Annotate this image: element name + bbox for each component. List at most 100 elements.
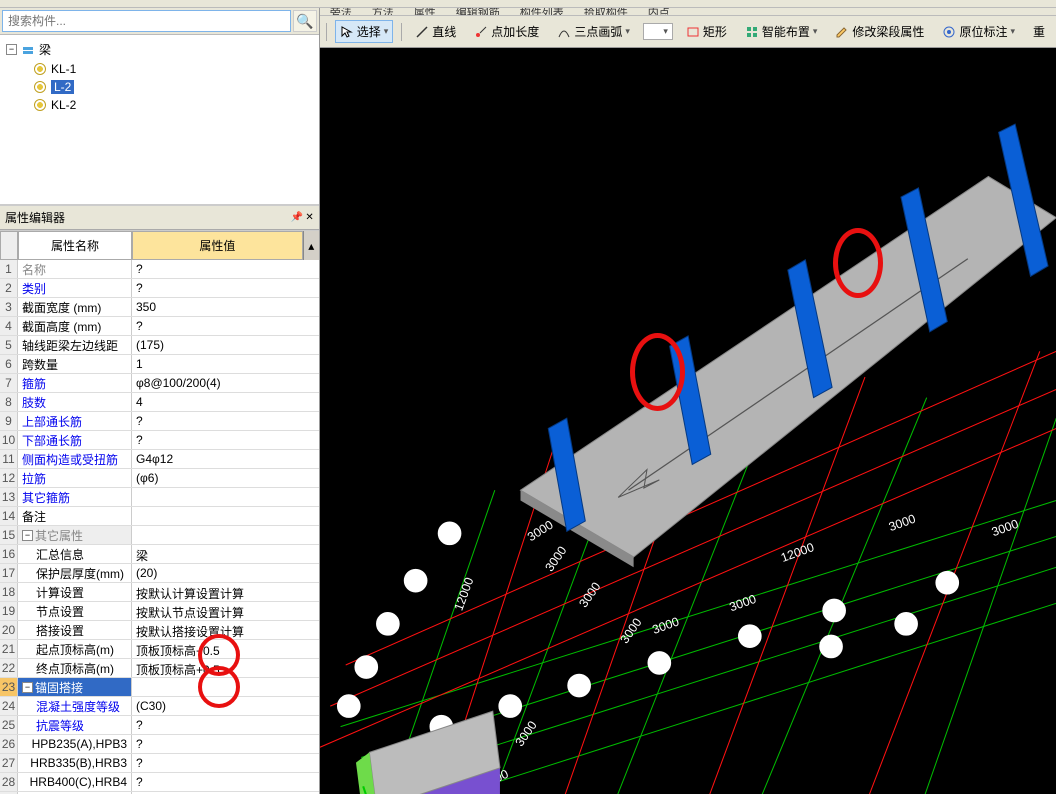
- property-row[interactable]: 4截面高度 (mm)?: [0, 317, 319, 336]
- ribbon-item[interactable]: 属性: [414, 8, 436, 16]
- ribbon-item[interactable]: 构件列表: [520, 8, 564, 16]
- prop-value[interactable]: [132, 507, 319, 525]
- row-index: 13: [0, 488, 18, 506]
- property-row[interactable]: 6跨数量1: [0, 355, 319, 374]
- scroll-up-icon[interactable]: ▴: [303, 231, 319, 260]
- svg-text:3: 3: [827, 640, 834, 654]
- property-row[interactable]: 24混凝土强度等级(C30): [0, 697, 319, 716]
- property-row[interactable]: 3截面宽度 (mm)350: [0, 298, 319, 317]
- property-row[interactable]: 12拉筋(φ6): [0, 469, 319, 488]
- prop-value[interactable]: (C30): [132, 697, 319, 715]
- top-ribbon-fragment: [0, 0, 1056, 8]
- rect-button[interactable]: 矩形: [681, 20, 732, 43]
- prop-name: 上部通长筋: [18, 412, 132, 430]
- tree-item[interactable]: KL-2: [34, 96, 313, 114]
- modify-button[interactable]: 修改梁段属性: [830, 20, 929, 43]
- prop-value[interactable]: 梁: [132, 545, 319, 563]
- prop-value[interactable]: ?: [132, 260, 319, 278]
- property-row[interactable]: 8肢数4: [0, 393, 319, 412]
- property-table[interactable]: 属性名称 属性值 ▴ 1名称?2类别?3截面宽度 (mm)3504截面高度 (m…: [0, 230, 319, 794]
- prop-value[interactable]: 按默认搭接设置计算: [132, 621, 319, 639]
- prop-value[interactable]: 按默认计算设置计算: [132, 583, 319, 601]
- prop-value[interactable]: ?: [132, 317, 319, 335]
- prop-value[interactable]: ?: [132, 735, 319, 753]
- property-row[interactable]: 11侧面构造或受扭筋G4φ12: [0, 450, 319, 469]
- ribbon-item[interactable]: 拾取构件: [584, 8, 628, 16]
- property-group[interactable]: 23− 锚固搭接: [0, 678, 319, 697]
- property-row[interactable]: 25抗震等级?: [0, 716, 319, 735]
- tree-item[interactable]: L-2: [34, 78, 313, 96]
- prop-value[interactable]: ?: [132, 754, 319, 772]
- ribbon-item[interactable]: 方法: [372, 8, 394, 16]
- property-row[interactable]: 20搭接设置按默认搭接设置计算: [0, 621, 319, 640]
- property-row[interactable]: 14备注: [0, 507, 319, 526]
- row-index: 22: [0, 659, 18, 677]
- prop-value[interactable]: φ8@100/200(4): [132, 374, 319, 392]
- property-row[interactable]: 17保护层厚度(mm)(20): [0, 564, 319, 583]
- svg-text:12000: 12000: [779, 540, 816, 565]
- property-row[interactable]: 26HPB235(A),HPB3?: [0, 735, 319, 754]
- tree-item-label: KL-1: [51, 62, 76, 76]
- search-input[interactable]: [2, 10, 291, 32]
- prop-name: 下部通长筋: [18, 431, 132, 449]
- ribbon-item[interactable]: 旁法: [330, 8, 352, 16]
- prop-value[interactable]: (20): [132, 564, 319, 582]
- prop-value[interactable]: ?: [132, 716, 319, 734]
- prop-value[interactable]: 顶板顶标高+0.5: [132, 640, 319, 658]
- prop-value[interactable]: ?: [132, 279, 319, 297]
- row-index: 26: [0, 735, 18, 753]
- property-row[interactable]: 16汇总信息梁: [0, 545, 319, 564]
- property-row[interactable]: 27HRB335(B),HRB3?: [0, 754, 319, 773]
- prop-value[interactable]: ?: [132, 412, 319, 430]
- property-row[interactable]: 9上部通长筋?: [0, 412, 319, 431]
- property-row[interactable]: 2类别?: [0, 279, 319, 298]
- tree-item[interactable]: KL-1: [34, 60, 313, 78]
- collapse-icon[interactable]: −: [22, 682, 33, 693]
- property-row[interactable]: 21起点顶标高(m)顶板顶标高+0.5: [0, 640, 319, 659]
- more-button[interactable]: 重: [1028, 20, 1050, 43]
- ribbon-item[interactable]: 内点: [648, 8, 670, 16]
- collapse-icon[interactable]: −: [6, 44, 17, 55]
- property-row[interactable]: 28HRB400(C),HRB4?: [0, 773, 319, 792]
- line-button[interactable]: 直线: [410, 20, 461, 43]
- prop-name: HPB235(A),HPB3: [18, 735, 132, 753]
- 3d-viewport[interactable]: A B C D E 1 1 2 3 3 3 4 4 5: [320, 48, 1056, 794]
- prop-value[interactable]: G4φ12: [132, 450, 319, 468]
- close-icon[interactable]: ✕: [305, 212, 313, 223]
- extend-button[interactable]: 点加长度: [469, 20, 544, 43]
- arc-button[interactable]: 三点画弧▾: [552, 20, 635, 43]
- component-tree[interactable]: − 梁 KL-1 L-2KL-2: [0, 35, 319, 205]
- prop-value[interactable]: ?: [132, 773, 319, 791]
- property-row[interactable]: 18计算设置按默认计算设置计算: [0, 583, 319, 602]
- property-group[interactable]: 15− 其它属性: [0, 526, 319, 545]
- origin-button[interactable]: 原位标注▾: [937, 20, 1020, 43]
- property-row[interactable]: 7箍筋φ8@100/200(4): [0, 374, 319, 393]
- right-panel: 旁法 方法 属性 编辑钢筋 构件列表 拾取构件 内点 选择▾ 直线 点加长度 三点画弧▾ ▾: [320, 8, 1056, 794]
- prop-value[interactable]: ?: [132, 431, 319, 449]
- prop-name: 备注: [18, 507, 132, 525]
- dropdown-empty[interactable]: ▾: [643, 23, 673, 40]
- pencil-icon: [835, 25, 849, 39]
- tree-root-beam[interactable]: − 梁: [6, 39, 313, 60]
- search-button[interactable]: 🔍: [293, 10, 317, 32]
- property-row[interactable]: 10下部通长筋?: [0, 431, 319, 450]
- prop-name: 搭接设置: [18, 621, 132, 639]
- pin-icon[interactable]: 📌: [291, 212, 303, 223]
- collapse-icon[interactable]: −: [22, 530, 33, 541]
- prop-value[interactable]: 4: [132, 393, 319, 411]
- prop-value[interactable]: 按默认节点设置计算: [132, 602, 319, 620]
- property-row[interactable]: 5轴线距梁左边线距(175): [0, 336, 319, 355]
- select-button[interactable]: 选择▾: [335, 20, 394, 43]
- prop-value[interactable]: [132, 488, 319, 506]
- property-row[interactable]: 1名称?: [0, 260, 319, 279]
- property-row[interactable]: 22终点顶标高(m)顶板顶标高+0.5: [0, 659, 319, 678]
- property-row[interactable]: 13其它箍筋: [0, 488, 319, 507]
- prop-value[interactable]: 顶板顶标高+0.5: [132, 659, 319, 677]
- ribbon-item[interactable]: 编辑钢筋: [456, 8, 500, 16]
- prop-value[interactable]: 350: [132, 298, 319, 316]
- prop-value[interactable]: 1: [132, 355, 319, 373]
- property-row[interactable]: 19节点设置按默认节点设置计算: [0, 602, 319, 621]
- prop-value[interactable]: (φ6): [132, 469, 319, 487]
- prop-value[interactable]: (175): [132, 336, 319, 354]
- smart-button[interactable]: 智能布置▾: [740, 20, 823, 43]
